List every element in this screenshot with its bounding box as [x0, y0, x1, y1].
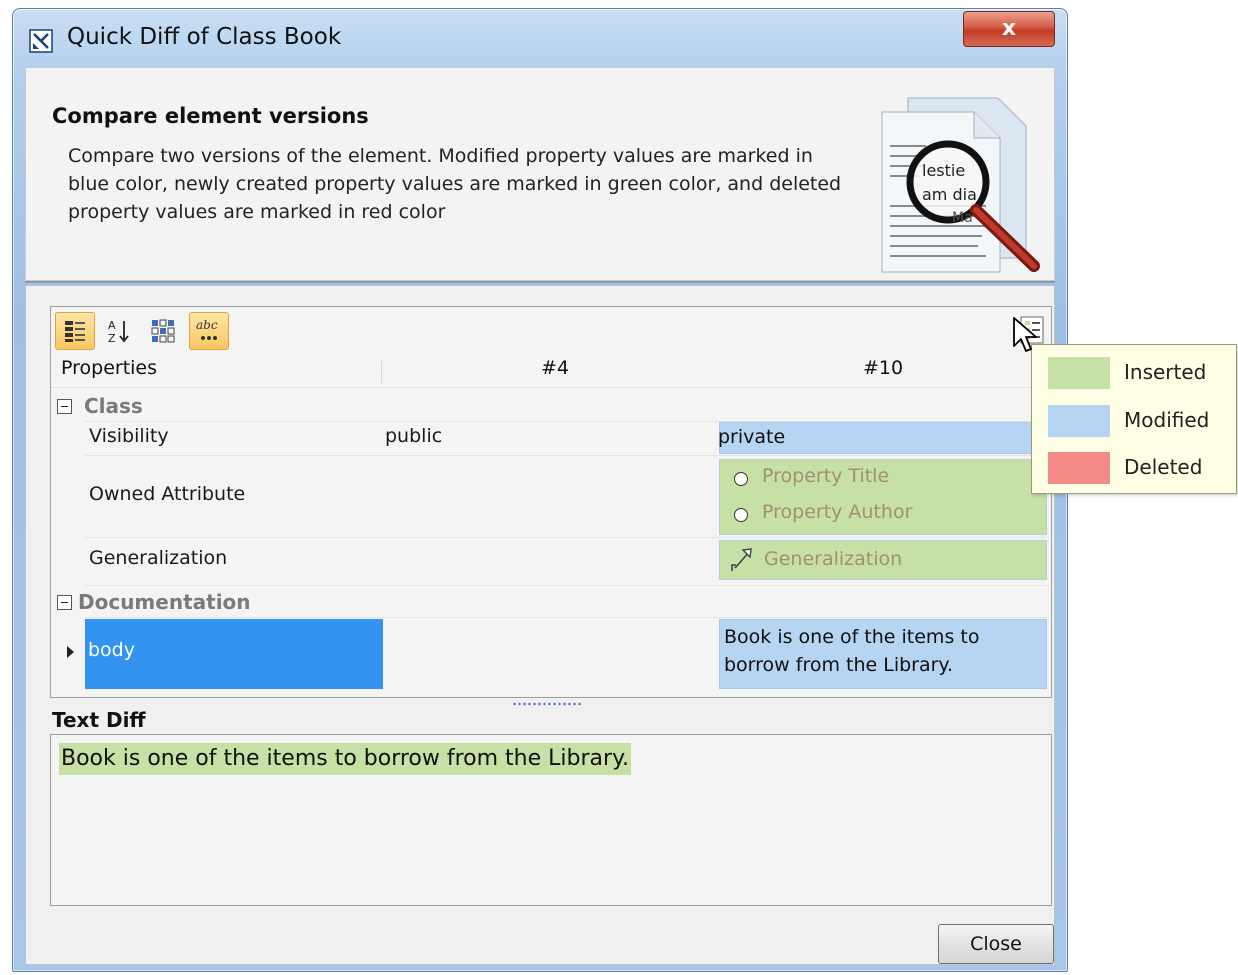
row-divider [85, 455, 1049, 456]
header-separator-line [51, 387, 1051, 388]
column-header-version-10[interactable]: #10 [863, 357, 903, 385]
title-bar[interactable]: Quick Diff of Class Book x [13, 9, 1067, 65]
generalization-link[interactable]: Generalization [764, 548, 902, 570]
header-title: Compare element versions [52, 104, 369, 128]
value-v10-owned-attribute[interactable]: Property Title Property Author [719, 459, 1047, 535]
property-name-generalization[interactable]: Generalization [89, 547, 227, 569]
property-title-link[interactable]: Property Title [762, 465, 889, 487]
dialog-header: Compare element versions Compare two ver… [25, 67, 1055, 281]
text-diff-area[interactable]: Book is one of the items to borrow from … [50, 734, 1052, 906]
text-diff-icon: abc [196, 318, 218, 340]
legend-swatch-inserted [1048, 357, 1110, 389]
value-text: private [718, 426, 786, 448]
property-name-visibility[interactable]: Visibility [89, 425, 169, 447]
art-text-2: am dia [922, 185, 977, 204]
show-differences-icon [151, 319, 175, 343]
group-class[interactable]: Class [57, 391, 143, 421]
art-text-3: Ma [952, 210, 973, 226]
mouse-pointer-icon [1013, 317, 1037, 352]
svg-text:A: A [108, 319, 116, 332]
body-text-line-1: Book is one of the items to [724, 626, 980, 648]
text-diff-button[interactable]: abc [189, 312, 229, 350]
property-author-link[interactable]: Property Author [762, 501, 912, 523]
dialog-content: A Z abc Properties #4 #10 Class Visibili… [25, 285, 1055, 965]
quick-diff-app-icon [29, 29, 53, 53]
legend-label-inserted: Inserted [1124, 360, 1207, 384]
column-header-version-4[interactable]: #4 [541, 357, 569, 385]
value-v10-generalization[interactable]: Generalization [719, 540, 1047, 580]
categorized-view-icon [65, 321, 85, 342]
categorized-view-button[interactable] [55, 312, 95, 350]
properties-panel: A Z abc Properties #4 #10 Class Visibili… [50, 306, 1052, 698]
column-divider[interactable] [381, 361, 382, 383]
property-name-owned-attribute[interactable]: Owned Attribute [89, 483, 245, 505]
properties-toolbar: A Z abc [51, 307, 1051, 353]
legend-popup: Inserted Modified Deleted [1031, 344, 1237, 494]
property-circle-icon [734, 508, 748, 522]
value-v10-body[interactable]: Book is one of the items to borrow from … [719, 619, 1047, 689]
table-row-body-selected[interactable]: body [85, 619, 383, 689]
collapse-toggle-icon[interactable] [57, 594, 72, 610]
show-differences-button[interactable] [143, 312, 183, 350]
window-close-button[interactable]: x [963, 11, 1055, 47]
compare-documents-illustration: lestie am dia Ma [881, 97, 1040, 273]
quick-diff-dialog: Quick Diff of Class Book x Compare eleme… [12, 8, 1068, 972]
property-circle-icon [734, 472, 748, 486]
column-header-properties[interactable]: Properties [61, 357, 157, 385]
text-diff-label: Text Diff [52, 708, 146, 732]
legend-label-deleted: Deleted [1124, 455, 1203, 479]
art-text-1: lestie [922, 161, 965, 180]
text-diff-inserted-text: Book is one of the items to borrow from … [59, 743, 631, 775]
group-label: Class [84, 394, 143, 418]
close-button[interactable]: Close [938, 924, 1054, 964]
value-v4-visibility[interactable]: public [385, 425, 442, 447]
expand-arrow-icon[interactable] [67, 646, 74, 658]
generalization-icon [731, 548, 752, 571]
header-separator [25, 281, 1055, 283]
legend-swatch-deleted [1048, 452, 1110, 484]
body-text-line-2: borrow from the Library. [724, 654, 954, 676]
legend-swatch-modified [1048, 405, 1110, 437]
collapse-toggle-icon[interactable] [57, 398, 72, 414]
sort-alphabetically-icon: A Z [108, 319, 129, 344]
group-label: Documentation [78, 590, 251, 614]
row-divider [85, 537, 1049, 538]
pane-splitter[interactable] [512, 702, 582, 706]
sort-alphabetically-button[interactable]: A Z [99, 312, 139, 350]
header-description: Compare two versions of the element. Mod… [68, 145, 842, 223]
value-v10-visibility[interactable]: private [718, 422, 1047, 454]
row-divider [85, 585, 1049, 586]
svg-text:Z: Z [108, 332, 116, 344]
window-title: Quick Diff of Class Book [67, 24, 342, 50]
property-name-body: body [88, 639, 135, 661]
group-documentation[interactable]: Documentation [57, 587, 251, 617]
legend-label-modified: Modified [1124, 408, 1210, 432]
svg-text:abc: abc [196, 318, 218, 332]
row-divider [85, 617, 1049, 618]
